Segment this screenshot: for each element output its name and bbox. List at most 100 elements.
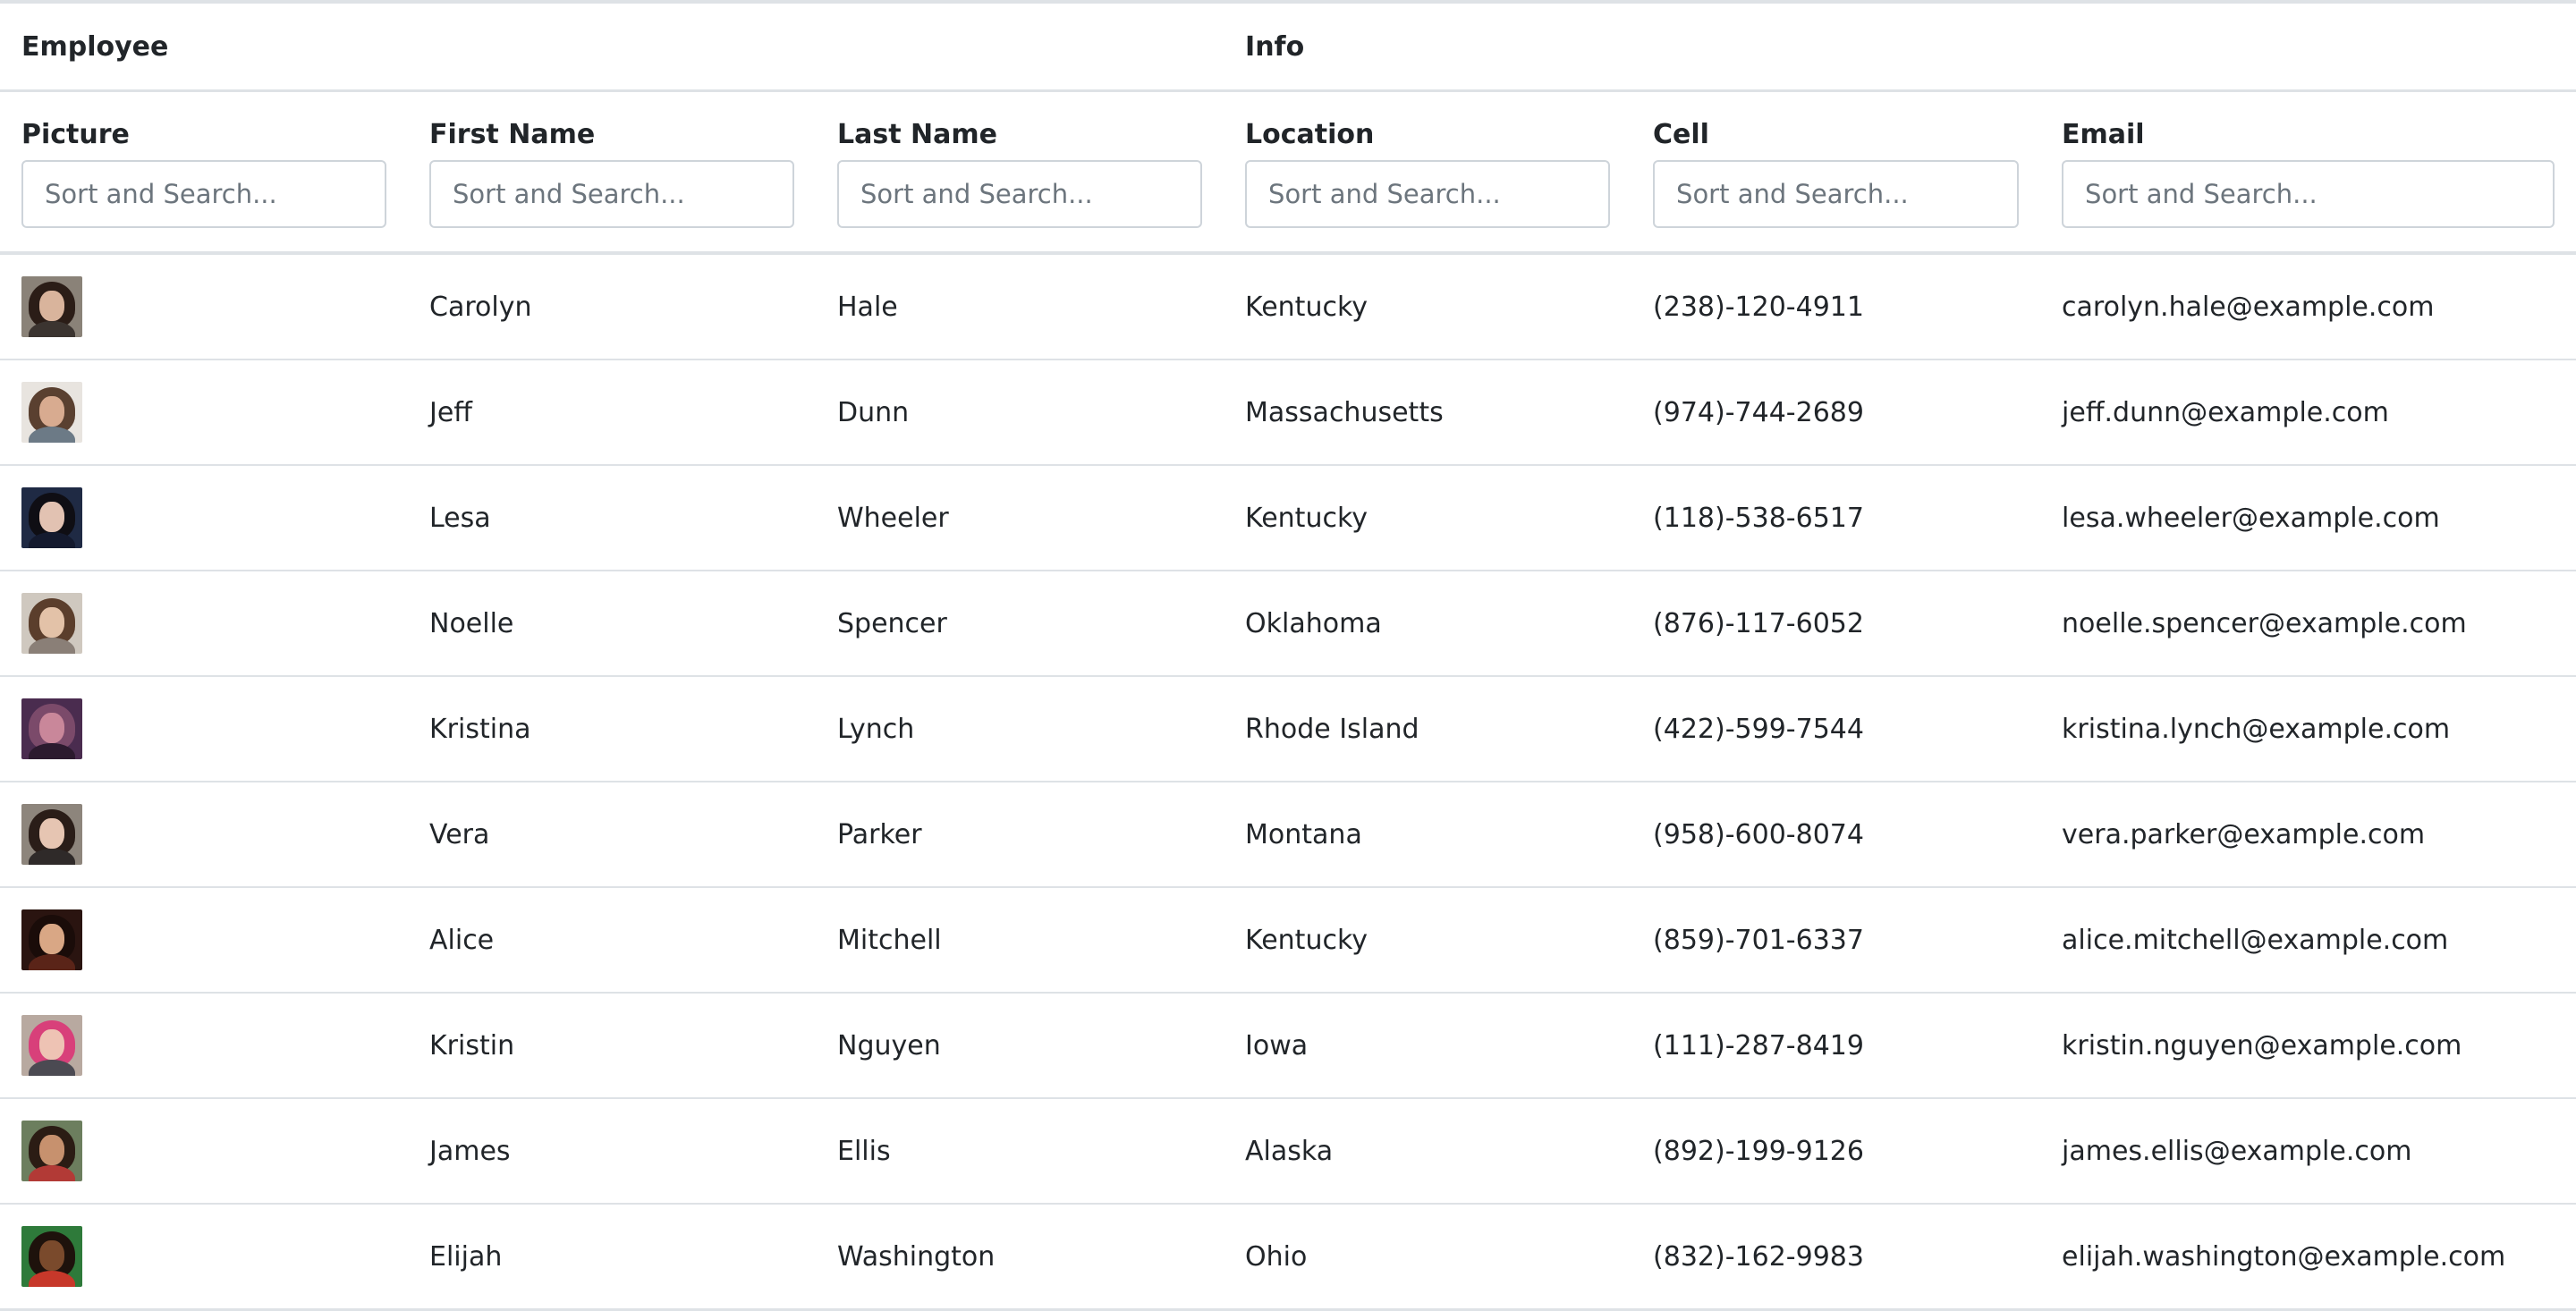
location-cell: Massachusetts [1224,359,1632,466]
table-row[interactable]: James Ellis Alaska (892)-199-9126 james.… [0,1098,2576,1205]
table-body: Carolyn Hale Kentucky (238)-120-4911 car… [0,253,2576,1311]
avatar [21,909,82,970]
last-name-cell: Mitchell [816,887,1224,994]
last-name-cell: Washington [816,1204,1224,1311]
picture-filter-input[interactable] [21,160,386,228]
column-label-first-name[interactable]: First Name [429,119,794,151]
avatar [21,804,82,865]
first-name-cell: Lesa [408,465,816,571]
column-header-email: Email [2040,90,2576,255]
column-label-location[interactable]: Location [1245,119,1610,151]
avatar [21,487,82,548]
column-header-location: Location [1224,90,1632,255]
picture-cell [0,253,408,360]
last-name-filter-input[interactable] [837,160,1203,228]
cell-phone-cell: (118)-538-6517 [1631,465,2041,571]
cell-phone-cell: (892)-199-9126 [1631,1098,2041,1205]
email-cell: james.ellis@example.com [2040,1098,2576,1205]
cell-phone-cell: (876)-117-6052 [1631,571,2041,677]
email-filter-input[interactable] [2062,160,2555,228]
table-row[interactable]: Vera Parker Montana (958)-600-8074 vera.… [0,782,2576,888]
avatar [21,1226,82,1287]
first-name-filter-input[interactable] [429,160,794,228]
last-name-cell: Nguyen [816,993,1224,1099]
cell-phone-cell: (422)-599-7544 [1631,676,2041,782]
table-row[interactable]: Kristin Nguyen Iowa (111)-287-8419 krist… [0,993,2576,1099]
first-name-cell: Carolyn [408,253,816,360]
last-name-cell: Wheeler [816,465,1224,571]
location-cell: Oklahoma [1224,571,1632,677]
location-cell: Iowa [1224,993,1632,1099]
email-cell: vera.parker@example.com [2040,782,2576,888]
table-row[interactable]: Elijah Washington Ohio (832)-162-9983 el… [0,1204,2576,1311]
location-cell: Montana [1224,782,1632,888]
last-name-cell: Hale [816,253,1224,360]
column-header-picture: Picture [0,90,408,255]
cell-phone-cell: (859)-701-6337 [1631,887,2041,994]
email-cell: kristin.nguyen@example.com [2040,993,2576,1099]
column-label-cell[interactable]: Cell [1653,119,2019,151]
picture-cell [0,1204,408,1311]
column-header-last-name: Last Name [816,90,1224,255]
first-name-cell: Elijah [408,1204,816,1311]
picture-cell [0,782,408,888]
email-cell: elijah.washington@example.com [2040,1204,2576,1311]
location-cell: Kentucky [1224,253,1632,360]
email-cell: alice.mitchell@example.com [2040,887,2576,994]
location-cell: Kentucky [1224,887,1632,994]
table-row[interactable]: Noelle Spencer Oklahoma (876)-117-6052 n… [0,571,2576,677]
cell-phone-cell: (974)-744-2689 [1631,359,2041,466]
first-name-cell: Vera [408,782,816,888]
email-cell: noelle.spencer@example.com [2040,571,2576,677]
cell-phone-cell: (832)-162-9983 [1631,1204,2041,1311]
avatar [21,698,82,759]
last-name-cell: Dunn [816,359,1224,466]
group-header-info: Info [1224,2,2576,92]
group-header-employee: Employee [0,2,1224,92]
column-label-email[interactable]: Email [2062,119,2555,151]
location-cell: Alaska [1224,1098,1632,1205]
table-row[interactable]: Alice Mitchell Kentucky (859)-701-6337 a… [0,887,2576,994]
first-name-cell: James [408,1098,816,1205]
table-row[interactable]: Lesa Wheeler Kentucky (118)-538-6517 les… [0,465,2576,571]
employee-table: Employee Info Picture First Name Last Na… [0,0,2576,1311]
first-name-cell: Kristin [408,993,816,1099]
location-cell: Ohio [1224,1204,1632,1311]
avatar [21,1015,82,1076]
picture-cell [0,1098,408,1205]
cell-phone-cell: (238)-120-4911 [1631,253,2041,360]
picture-cell [0,887,408,994]
first-name-cell: Jeff [408,359,816,466]
cell-phone-cell: (958)-600-8074 [1631,782,2041,888]
picture-cell [0,676,408,782]
location-cell: Rhode Island [1224,676,1632,782]
table-row[interactable]: Kristina Lynch Rhode Island (422)-599-75… [0,676,2576,782]
avatar [21,276,82,337]
avatar [21,593,82,654]
location-cell: Kentucky [1224,465,1632,571]
cell-filter-input[interactable] [1653,160,2020,228]
table-row[interactable]: Carolyn Hale Kentucky (238)-120-4911 car… [0,253,2576,360]
last-name-cell: Parker [816,782,1224,888]
last-name-cell: Ellis [816,1098,1224,1205]
email-cell: jeff.dunn@example.com [2040,359,2576,466]
location-filter-input[interactable] [1245,160,1611,228]
picture-cell [0,571,408,677]
avatar [21,1121,82,1181]
last-name-cell: Spencer [816,571,1224,677]
picture-cell [0,993,408,1099]
column-label-picture[interactable]: Picture [21,119,386,151]
column-header-first-name: First Name [408,90,816,255]
table-row[interactable]: Jeff Dunn Massachusetts (974)-744-2689 j… [0,359,2576,466]
column-label-last-name[interactable]: Last Name [837,119,1202,151]
first-name-cell: Alice [408,887,816,994]
email-cell: lesa.wheeler@example.com [2040,465,2576,571]
first-name-cell: Kristina [408,676,816,782]
email-cell: carolyn.hale@example.com [2040,253,2576,360]
first-name-cell: Noelle [408,571,816,677]
column-header-row: Picture First Name Last Name Location Ce… [0,90,2576,255]
group-header-row: Employee Info [0,2,2576,92]
picture-cell [0,465,408,571]
picture-cell [0,359,408,466]
column-header-cell: Cell [1631,90,2041,255]
